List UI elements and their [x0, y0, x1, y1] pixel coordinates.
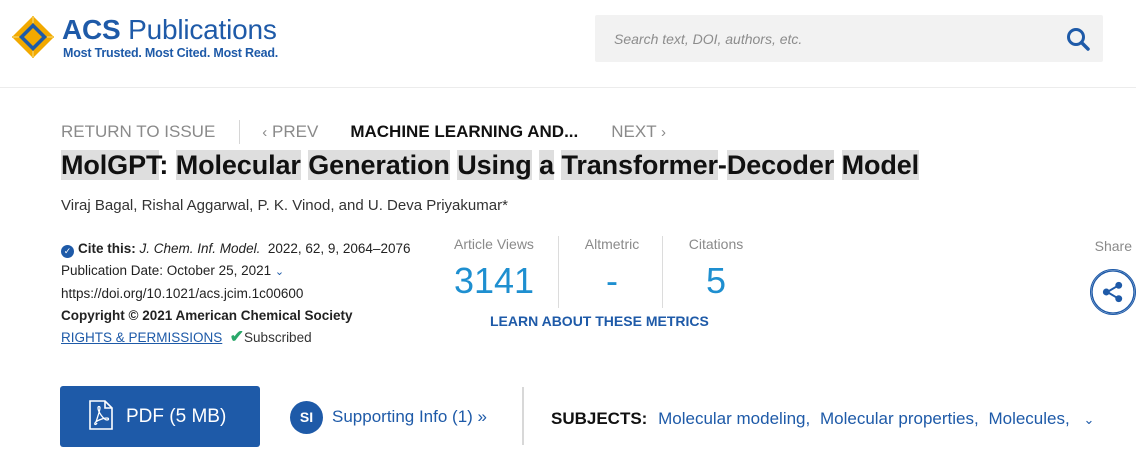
chevron-down-icon[interactable]: ⌄ [1083, 412, 1094, 427]
next-article-link[interactable]: NEXT › [611, 122, 666, 142]
publication-date[interactable]: Publication Date: October 25, 2021 ⌄ [61, 260, 421, 284]
subject-sep: , [1065, 409, 1070, 428]
title-word: Generation [308, 150, 450, 180]
metric-divider [662, 236, 663, 308]
article-title: MolGPT: Molecular Generation Using a Tra… [61, 150, 919, 181]
title-sep [834, 150, 841, 180]
metric-citations[interactable]: Citations 5 [670, 236, 762, 302]
supporting-info-link[interactable]: SI Supporting Info (1) » [290, 400, 487, 434]
metric-label: Article Views [454, 236, 534, 252]
learn-about-metrics-link[interactable]: LEARN ABOUT THESE METRICS [490, 313, 709, 329]
check-badge-icon: ✓ [61, 245, 74, 258]
metric-divider [558, 236, 559, 308]
supporting-info-label: Supporting Info (1) » [332, 407, 487, 426]
title-word: Transformer [561, 150, 718, 180]
title-sep: - [717, 150, 727, 180]
chevron-right-icon: › [661, 124, 667, 141]
rights-row: RIGHTS & PERMISSIONS ✔Subscribed [61, 326, 421, 349]
citation-details: 2022, 62, 9, 2064–2076 [267, 241, 411, 256]
title-sep: : [159, 150, 176, 180]
si-badge-icon: SI [290, 400, 323, 434]
title-word: Using [457, 150, 532, 180]
search-bar [595, 15, 1103, 62]
prev-article-link[interactable]: ‹ PREV [262, 122, 318, 142]
journal-name: J. Chem. Inf. Model. [139, 241, 261, 256]
share-icon[interactable] [1090, 269, 1136, 315]
cite-this-button[interactable]: Cite this: [78, 241, 136, 256]
pdf-download-button[interactable]: PDF (5 MB) [60, 386, 260, 447]
subjects-row: SUBJECTS: Molecular modeling, Molecular … [551, 409, 1094, 429]
logo-brand-text: ACS Publications [62, 14, 277, 45]
logo-tagline: Most Trusted. Most Cited. Most Read. [63, 46, 279, 60]
subscribed-label: Subscribed [244, 330, 312, 345]
search-input[interactable] [595, 15, 1055, 62]
actions-divider [522, 387, 524, 445]
metric-label: Altmetric [584, 236, 640, 252]
title-word: Model [841, 150, 920, 180]
chevron-down-icon: ⌄ [274, 265, 285, 278]
title-word: a [539, 150, 555, 180]
subject-link[interactable]: Molecules [988, 409, 1065, 428]
share-label: Share [1094, 238, 1132, 254]
article-nav: RETURN TO ISSUE ‹ PREV MACHINE LEARNING … [61, 120, 666, 144]
rights-permissions-link[interactable]: RIGHTS & PERMISSIONS [61, 330, 222, 345]
pdf-button-label: PDF (5 MB) [126, 406, 227, 427]
metric-value: 3141 [453, 260, 535, 301]
title-word: MolGPT [61, 150, 160, 180]
share-section: Share [1089, 238, 1136, 254]
citation-block: ✓ Cite this: J. Chem. Inf. Model. 2022, 6… [61, 238, 421, 349]
acs-publications-logo[interactable]: ACS Publications Most Trusted. Most Cite… [10, 14, 290, 64]
chevron-left-icon: ‹ [262, 124, 268, 141]
subject-link[interactable]: Molecular properties [820, 409, 974, 428]
metric-value: - [606, 260, 618, 301]
subjects-label: SUBJECTS: [551, 409, 648, 428]
title-sep [532, 150, 539, 180]
subject-link[interactable]: Molecular modeling [658, 409, 805, 428]
copyright-text: Copyright © 2021 American Chemical Socie… [61, 307, 353, 323]
subject-sep: , [973, 409, 979, 428]
checkmark-icon: ✔ [229, 327, 245, 346]
acs-logo-icon [12, 16, 54, 58]
metric-value: 5 [705, 260, 727, 301]
metric-altmetric[interactable]: Altmetric - [562, 236, 662, 302]
return-to-issue-link[interactable]: RETURN TO ISSUE [61, 122, 215, 142]
nav-divider [239, 120, 241, 144]
cite-this-line: ✓ Cite this: J. Chem. Inf. Model. 2022, 6… [61, 238, 421, 260]
pdf-file-icon [89, 400, 113, 430]
title-word: Molecular [175, 150, 301, 180]
metric-article-views: Article Views 3141 [440, 236, 548, 302]
article-authors[interactable]: Viraj Bagal, Rishal Aggarwal, P. K. Vino… [61, 197, 508, 214]
site-header: ACS Publications Most Trusted. Most Cite… [0, 0, 1136, 88]
article-metrics: Article Views 3141 Altmetric - Citations… [440, 236, 760, 310]
doi-link[interactable]: https://doi.org/10.1021/acs.jcim.1c00600 [61, 283, 421, 305]
search-icon[interactable] [1065, 26, 1091, 52]
title-word: Decoder [726, 150, 835, 180]
metric-label: Citations [688, 236, 744, 252]
subject-sep: , [805, 409, 811, 428]
current-section-label: MACHINE LEARNING AND... [350, 122, 579, 141]
